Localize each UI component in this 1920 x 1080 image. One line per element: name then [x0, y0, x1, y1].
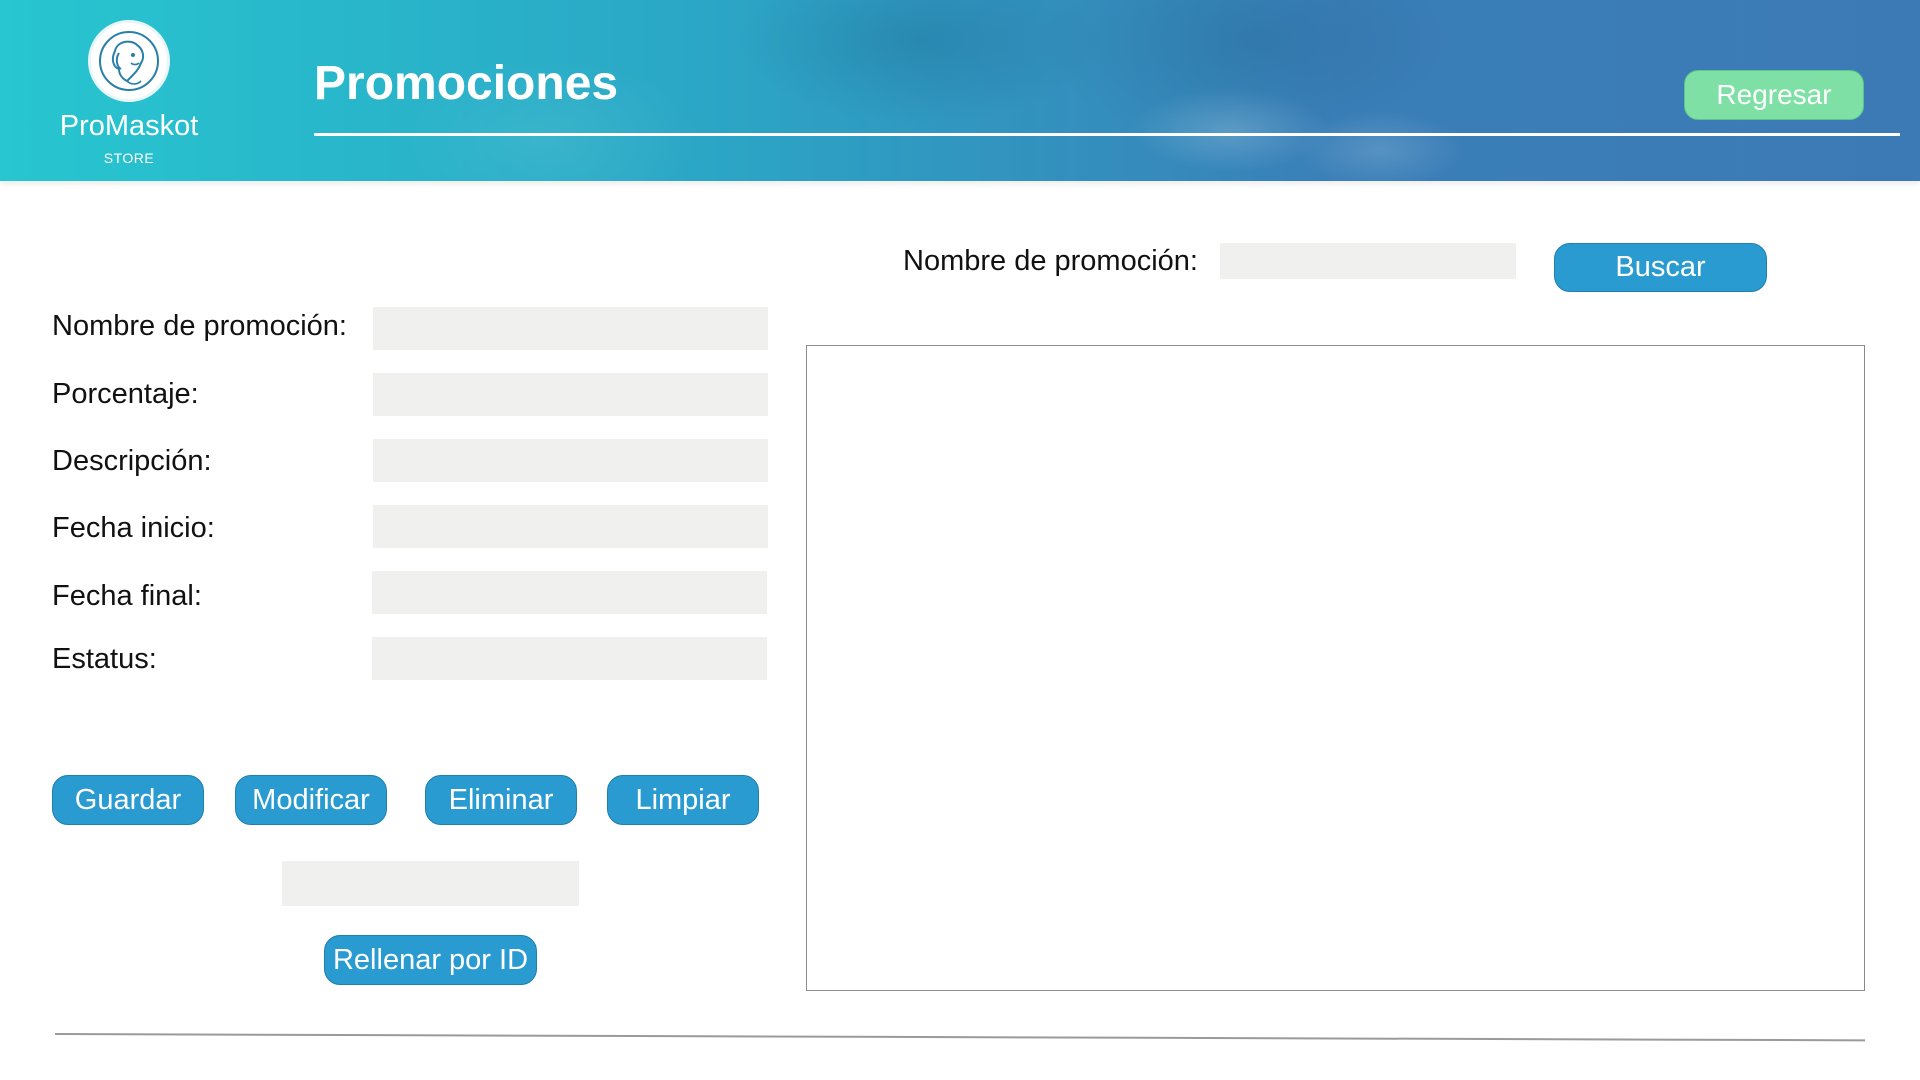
- start-date-label: Fecha inicio:: [52, 512, 215, 544]
- end-date-label: Fecha final:: [52, 580, 202, 612]
- clear-button[interactable]: Limpiar: [607, 775, 759, 825]
- results-table[interactable]: [806, 345, 1865, 991]
- search-button[interactable]: Buscar: [1554, 243, 1767, 292]
- search-input[interactable]: [1220, 243, 1516, 279]
- bottom-divider: [54, 1033, 1865, 1042]
- title-divider: [314, 133, 1900, 136]
- brand-name: ProMaskot: [59, 110, 199, 142]
- description-label: Descripción:: [52, 445, 212, 477]
- percentage-label: Porcentaje:: [52, 378, 199, 410]
- header-banner: ProMaskot STORE Promociones Regresar: [0, 0, 1920, 181]
- start-date-input[interactable]: [373, 505, 768, 548]
- status-input[interactable]: [372, 637, 767, 680]
- percentage-input[interactable]: [373, 373, 768, 416]
- brand-subtitle: STORE: [103, 150, 155, 166]
- logo: [88, 20, 170, 102]
- delete-button[interactable]: Eliminar: [425, 775, 577, 825]
- page-title: Promociones: [314, 57, 619, 110]
- modify-button[interactable]: Modificar: [235, 775, 387, 825]
- promo-name-input[interactable]: [373, 307, 768, 350]
- status-label: Estatus:: [52, 643, 157, 675]
- id-input[interactable]: [282, 861, 579, 906]
- description-input[interactable]: [373, 439, 768, 482]
- dog-head-icon: [99, 31, 159, 91]
- save-button[interactable]: Guardar: [52, 775, 204, 825]
- end-date-input[interactable]: [372, 571, 767, 614]
- back-button[interactable]: Regresar: [1684, 70, 1864, 120]
- search-label: Nombre de promoción:: [903, 245, 1198, 277]
- fill-by-id-button[interactable]: Rellenar por ID: [324, 935, 537, 985]
- promo-name-label: Nombre de promoción:: [52, 310, 347, 342]
- banner-background-image: [0, 0, 1920, 181]
